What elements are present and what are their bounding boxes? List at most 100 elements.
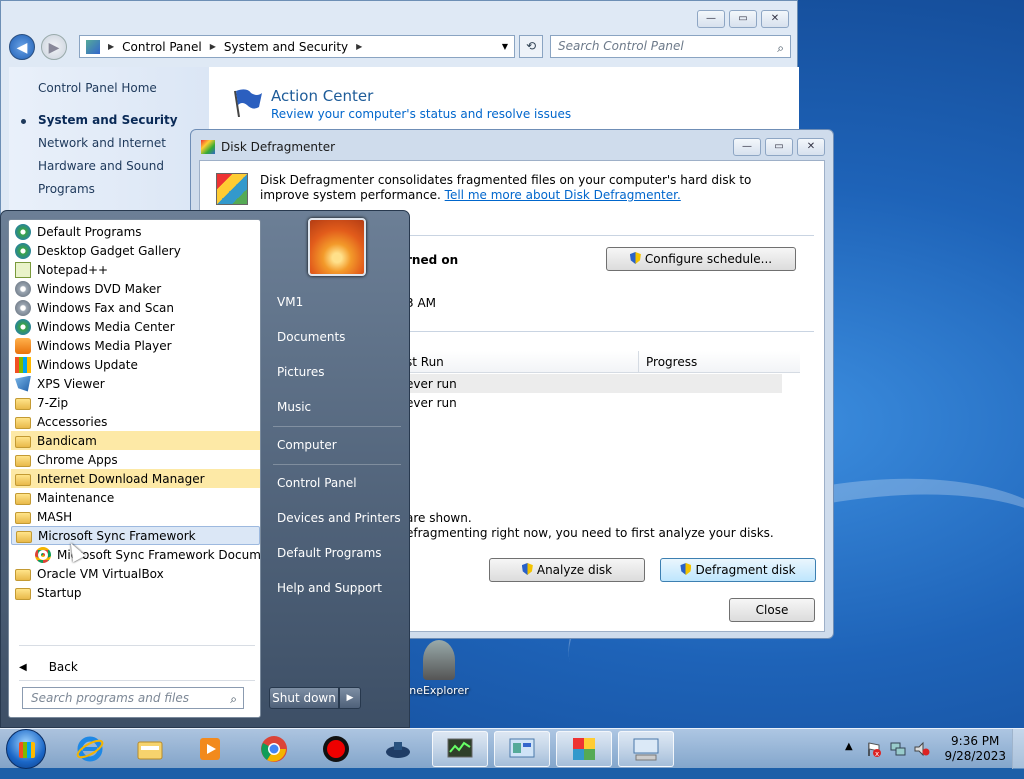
maximize-button[interactable]: ▭ <box>729 10 757 28</box>
list-item[interactable]: MASH <box>11 507 260 526</box>
speaker-muted-icon[interactable] <box>914 741 930 757</box>
list-item[interactable]: Notepad++ <box>11 260 260 279</box>
taskbar-chrome[interactable] <box>246 731 302 767</box>
divider <box>273 426 401 427</box>
back-arrow-icon[interactable]: ◀ <box>9 34 35 60</box>
list-item[interactable]: Bandicam <box>11 431 260 450</box>
start-button[interactable] <box>6 729 46 769</box>
close-dialog-button[interactable]: Close <box>729 598 815 622</box>
control-panel-icon <box>509 738 535 758</box>
search-icon[interactable]: ⌕ <box>777 38 784 59</box>
close-button[interactable]: ✕ <box>761 10 789 28</box>
network-icon[interactable] <box>890 741 906 757</box>
col-last-run[interactable]: st Run <box>406 355 444 369</box>
configure-schedule-button[interactable]: Configure schedule... <box>606 247 796 271</box>
sidebar-item-hardware[interactable]: Hardware and Sound <box>38 159 164 173</box>
list-item[interactable]: Windows Update <box>11 355 260 374</box>
list-item[interactable]: Windows DVD Maker <box>11 279 260 298</box>
start-link-default-programs[interactable]: Default Programs <box>277 546 382 560</box>
list-item[interactable]: Desktop Gadget Gallery <box>11 241 260 260</box>
chevron-right-icon[interactable]: ▶ <box>356 42 362 51</box>
start-link-documents[interactable]: Documents <box>277 330 345 344</box>
chevron-right-icon[interactable]: ▶ <box>108 42 114 51</box>
list-item[interactable]: Oracle VM VirtualBox <box>11 564 260 583</box>
start-link-pictures[interactable]: Pictures <box>277 365 325 379</box>
taskbar-media-player[interactable] <box>182 731 238 767</box>
folder-icon <box>15 473 31 486</box>
analyze-disk-button[interactable]: Analyze disk <box>489 558 645 582</box>
list-item[interactable]: Accessories <box>11 412 260 431</box>
start-link-user[interactable]: VM1 <box>277 295 303 309</box>
taskbar-virtualbox[interactable] <box>370 731 426 767</box>
clock[interactable]: 9:36 PM 9/28/2023 <box>944 734 1006 764</box>
window-controls: — ▭ ✕ <box>697 10 789 28</box>
shutdown-button[interactable]: Shut down <box>269 687 339 709</box>
user-avatar[interactable] <box>308 218 366 276</box>
taskbar-bandicam[interactable] <box>308 731 364 767</box>
sidebar-item-home[interactable]: Control Panel Home <box>38 81 157 95</box>
folder-icon <box>15 435 31 448</box>
start-link-computer[interactable]: Computer <box>277 438 337 452</box>
table-row[interactable] <box>400 374 782 393</box>
chevron-up-icon[interactable]: ▲ <box>845 741 861 757</box>
address-bar[interactable]: ▶ Control Panel ▶ System and Security ▶ … <box>79 35 515 58</box>
breadcrumb-system-security[interactable]: System and Security <box>224 40 348 54</box>
refresh-icon[interactable]: ⟲ <box>519 35 543 58</box>
list-item[interactable]: XPS Viewer <box>11 374 260 393</box>
search-input[interactable]: Search Control Panel ⌕ <box>550 35 791 58</box>
close-button[interactable]: ✕ <box>797 138 825 156</box>
minimize-button[interactable]: — <box>697 10 725 28</box>
taskbar-task-manager[interactable] <box>432 731 488 767</box>
search-icon[interactable]: ⌕ <box>230 689 237 709</box>
minimize-button[interactable]: — <box>733 138 761 156</box>
list-item[interactable]: Windows Media Player <box>11 336 260 355</box>
learn-more-link[interactable]: Tell me more about Disk Defragmenter. <box>445 188 681 202</box>
search-programs-input[interactable]: Search programs and files ⌕ <box>22 687 244 709</box>
action-center-link[interactable]: Review your computer's status and resolv… <box>271 107 571 121</box>
start-link-control-panel[interactable]: Control Panel <box>277 476 357 490</box>
list-item[interactable]: Microsoft Sync Framework Documentation <box>11 545 260 564</box>
list-item[interactable]: Microsoft Sync Framework <box>11 526 260 545</box>
forward-arrow-icon[interactable]: ▶ <box>41 34 67 60</box>
start-link-devices[interactable]: Devices and Printers <box>277 511 401 525</box>
schedule-status: rned on <box>406 253 459 267</box>
info-note: are shown. <box>406 511 472 525</box>
sidebar-item-system-security[interactable]: System and Security <box>38 113 178 127</box>
sidebar-item-network[interactable]: Network and Internet <box>38 136 166 150</box>
all-programs-list: Default Programs Desktop Gadget Gallery … <box>8 219 261 718</box>
maximize-button[interactable]: ▭ <box>765 138 793 156</box>
list-item[interactable]: Internet Download Manager <box>11 469 260 488</box>
list-item[interactable]: Windows Media Center <box>11 317 260 336</box>
taskbar-remote-desktop[interactable] <box>618 731 674 767</box>
chevron-right-icon[interactable]: ▶ <box>210 42 216 51</box>
list-item[interactable]: Default Programs <box>11 222 260 241</box>
taskbar: ▲ x 9:36 PM 9/28/2023 <box>0 728 1024 769</box>
start-link-help[interactable]: Help and Support <box>277 581 382 595</box>
col-progress[interactable]: Progress <box>646 355 697 369</box>
defrag-title-icon <box>201 140 215 154</box>
breadcrumb-control-panel[interactable]: Control Panel <box>122 40 202 54</box>
list-item[interactable]: Chrome Apps <box>11 450 260 469</box>
record-icon <box>323 736 349 762</box>
defragment-disk-button[interactable]: Defragment disk <box>660 558 816 582</box>
list-item[interactable]: Windows Fax and Scan <box>11 298 260 317</box>
list-item[interactable]: Maintenance <box>11 488 260 507</box>
taskbar-disk-defragmenter[interactable] <box>556 731 612 767</box>
notepad-icon <box>15 261 31 278</box>
chevron-down-icon[interactable]: ▼ <box>502 42 508 51</box>
action-center-title[interactable]: Action Center <box>271 87 373 105</box>
svg-text:x: x <box>875 750 879 757</box>
taskbar-ie[interactable] <box>62 731 118 767</box>
sidebar-item-programs[interactable]: Programs <box>38 182 95 196</box>
list-item[interactable]: Startup <box>11 583 260 602</box>
control-panel-icon <box>86 39 100 54</box>
taskbar-explorer[interactable] <box>122 731 178 767</box>
desktop-shortcut[interactable]: neExplorer <box>404 640 474 697</box>
back-button[interactable]: ◀ Back <box>19 660 78 674</box>
shutdown-options-arrow-icon[interactable]: ▶ <box>339 687 361 709</box>
action-center-flag-icon[interactable]: x <box>866 741 882 757</box>
list-item[interactable]: 7-Zip <box>11 393 260 412</box>
taskbar-control-panel[interactable] <box>494 731 550 767</box>
show-desktop-button[interactable] <box>1012 729 1024 769</box>
start-link-music[interactable]: Music <box>277 400 311 414</box>
